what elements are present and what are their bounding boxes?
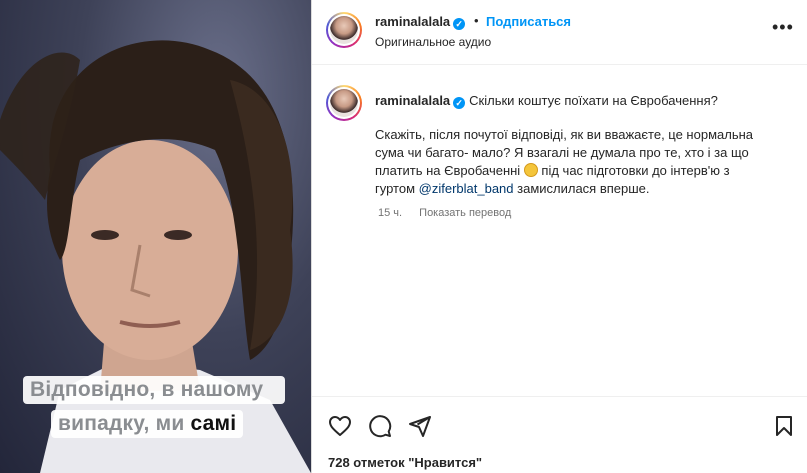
- verified-badge-icon: ✓: [453, 18, 466, 30]
- author-avatar[interactable]: [326, 12, 362, 48]
- caption-author-username[interactable]: raminalalala ✓: [375, 93, 466, 109]
- save-bookmark-icon[interactable]: [772, 414, 796, 438]
- caption-author-avatar[interactable]: [326, 85, 362, 121]
- post-header: raminalalala ✓ • Подписаться Оригинальное…: [312, 0, 807, 65]
- author-username[interactable]: raminalalala ✓: [375, 14, 466, 30]
- caption-text-part-3: замислилася вперше.: [513, 181, 650, 196]
- post-media[interactable]: Відповідно, в нашому випадку, ми самі: [0, 0, 311, 473]
- show-translation-button[interactable]: Показать перевод: [419, 207, 511, 219]
- post-time: 15 ч.: [378, 207, 403, 219]
- follow-button[interactable]: Подписаться: [486, 14, 571, 29]
- video-captions: Відповідно, в нашому випадку, ми самі: [0, 0, 311, 473]
- original-audio-link[interactable]: Оригинальное аудио: [375, 35, 491, 49]
- caption-line-2: випадку, ми самі: [51, 410, 244, 438]
- caption-meta: 15 ч. Показать перевод: [378, 207, 511, 219]
- more-options-icon[interactable]: •••: [772, 18, 794, 36]
- thinking-emoji-icon: [523, 163, 538, 177]
- caption-line-2-part-b: самі: [190, 412, 237, 435]
- verified-badge-icon: ✓: [453, 97, 466, 109]
- caption-heading: raminalalala ✓ Скільки коштує поїхати на Є…: [375, 92, 775, 110]
- caption-line-1: Відповідно, в нашому: [23, 376, 285, 404]
- caption-line-2-part-a: випадку, ми: [58, 412, 191, 435]
- post-actions: 728 отметок "Нравится": [312, 396, 807, 473]
- mention-link[interactable]: @ziferblat_band: [419, 181, 514, 196]
- comment-bubble-icon[interactable]: [368, 414, 392, 438]
- separator-dot: •: [474, 13, 479, 28]
- post-side-panel: raminalalala ✓ • Подписаться Оригинальное…: [311, 0, 807, 473]
- share-paper-plane-icon[interactable]: [408, 414, 432, 438]
- likes-count[interactable]: 728 отметок "Нравится": [328, 455, 482, 470]
- like-heart-icon[interactable]: [328, 414, 352, 438]
- caption-title: Скільки коштує поїхати на Євробачення?: [469, 93, 718, 108]
- caption-text: Скажіть, після почутої відповіді, як ви …: [375, 126, 755, 198]
